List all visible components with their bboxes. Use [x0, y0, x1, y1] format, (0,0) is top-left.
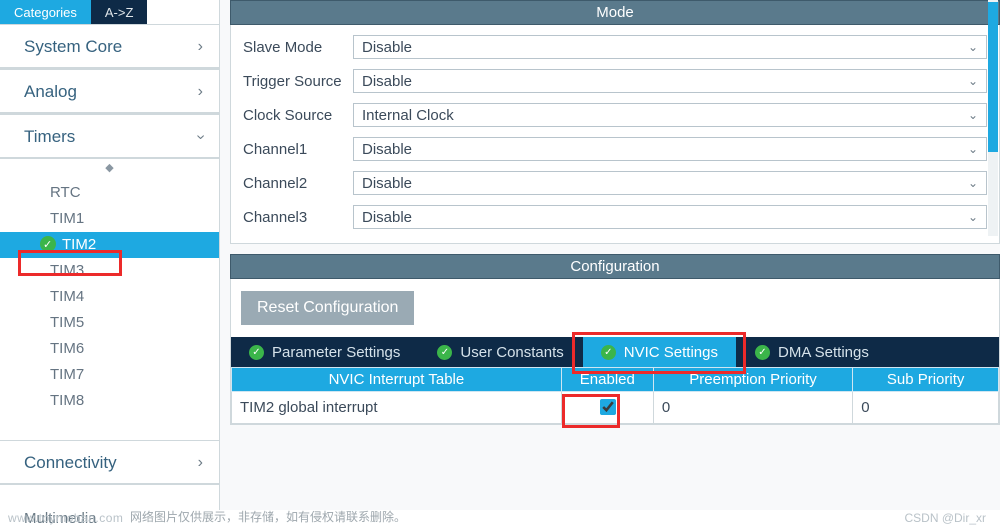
tab-nvic-settings[interactable]: ✓NVIC Settings: [583, 337, 737, 367]
cell-preempt[interactable]: 0: [653, 392, 852, 424]
cat-label: Analog: [24, 82, 77, 102]
app-root: Categories A->Z System Core › Analog › T…: [0, 0, 1000, 510]
sidebar: Categories A->Z System Core › Analog › T…: [0, 0, 220, 510]
checkbox-enabled[interactable]: [600, 399, 616, 415]
tree-item-tim2[interactable]: TIM2: [0, 232, 219, 258]
cat-label: Timers: [24, 127, 75, 147]
config-header: Configuration: [230, 254, 1000, 279]
check-icon: ✓: [755, 345, 770, 360]
footer-hint: 网络图片仅供展示，非存储，如有侵权请联系删除。: [130, 508, 406, 525]
sort-handle-icon[interactable]: ◆: [0, 159, 219, 180]
lbl-ch1: Channel1: [243, 141, 353, 158]
check-icon: ✓: [249, 345, 264, 360]
cat-analog[interactable]: Analog ›: [0, 69, 219, 114]
tree-item-tim4[interactable]: TIM4: [0, 284, 219, 310]
cell-interrupt-name: TIM2 global interrupt: [232, 392, 562, 424]
th-sub: Sub Priority: [853, 368, 999, 392]
mode-form: Slave Mode Disable⌄ Trigger Source Disab…: [230, 25, 1000, 244]
th-interrupt: NVIC Interrupt Table: [232, 368, 562, 392]
timer-tree: RTC TIM1 TIM2 TIM3 TIM4 TIM5 TIM6 TIM7 T…: [0, 180, 219, 414]
tree-item-tim1[interactable]: TIM1: [0, 206, 219, 232]
lbl-trigger: Trigger Source: [243, 73, 353, 90]
chevron-down-icon: ⌄: [968, 74, 978, 88]
cat-timers[interactable]: Timers › ◆ RTC TIM1 TIM2 TIM3 TIM4 TIM5 …: [0, 114, 219, 414]
cat-connectivity[interactable]: Connectivity ›: [0, 440, 219, 485]
chevron-down-icon: ⌄: [968, 210, 978, 224]
footer-credit: CSDN @Dir_xr: [904, 511, 986, 525]
chevron-down-icon: ⌄: [968, 176, 978, 190]
mode-header: Mode: [230, 0, 1000, 25]
cell-sub[interactable]: 0: [853, 392, 999, 424]
cat-system-core[interactable]: System Core ›: [0, 24, 219, 69]
tab-dma-settings[interactable]: ✓DMA Settings: [737, 337, 888, 367]
select-clock-source[interactable]: Internal Clock⌄: [353, 103, 987, 127]
tree-item-tim6[interactable]: TIM6: [0, 336, 219, 362]
chevron-right-icon: ›: [198, 38, 203, 56]
sidebar-tabs: Categories A->Z: [0, 0, 219, 24]
tree-item-tim8[interactable]: TIM8: [0, 388, 219, 414]
select-channel3[interactable]: Disable⌄: [353, 205, 987, 229]
th-preempt: Preemption Priority: [653, 368, 852, 392]
check-icon: ✓: [601, 345, 616, 360]
scrollbar-thumb[interactable]: [988, 2, 998, 152]
check-icon: ✓: [437, 345, 452, 360]
tree-item-rtc[interactable]: RTC: [0, 180, 219, 206]
table-row[interactable]: TIM2 global interrupt 0 0: [232, 392, 999, 424]
lbl-ch3: Channel3: [243, 209, 353, 226]
lbl-clock: Clock Source: [243, 107, 353, 124]
select-channel2[interactable]: Disable⌄: [353, 171, 987, 195]
chevron-down-icon: ⌄: [968, 108, 978, 122]
config-panel: Configuration Reset Configuration ✓Param…: [230, 254, 1000, 425]
nvic-table: NVIC Interrupt Table Enabled Preemption …: [231, 367, 999, 424]
reset-configuration-button[interactable]: Reset Configuration: [241, 291, 414, 325]
select-slave-mode[interactable]: Disable⌄: [353, 35, 987, 59]
tree-item-tim3[interactable]: TIM3: [0, 258, 219, 284]
watermark-text: www.toymoban.com: [8, 511, 123, 525]
select-channel1[interactable]: Disable⌄: [353, 137, 987, 161]
tab-user-constants[interactable]: ✓User Constants: [419, 337, 582, 367]
tab-parameter-settings[interactable]: ✓Parameter Settings: [231, 337, 419, 367]
check-icon: [40, 236, 56, 252]
lbl-slave: Slave Mode: [243, 39, 353, 56]
select-trigger-source[interactable]: Disable⌄: [353, 69, 987, 93]
th-enabled: Enabled: [561, 368, 653, 392]
lbl-ch2: Channel2: [243, 175, 353, 192]
mode-panel: Mode Slave Mode Disable⌄ Trigger Source …: [230, 0, 1000, 244]
tree-item-tim5[interactable]: TIM5: [0, 310, 219, 336]
tree-item-tim7[interactable]: TIM7: [0, 362, 219, 388]
cat-label: Connectivity: [24, 453, 117, 473]
chevron-right-icon: ›: [198, 454, 203, 472]
chevron-down-icon: ⌄: [968, 40, 978, 54]
config-tabs: ✓Parameter Settings ✓User Constants ✓NVI…: [231, 337, 999, 367]
cat-label: System Core: [24, 37, 122, 57]
right-panel: Mode Slave Mode Disable⌄ Trigger Source …: [220, 0, 1000, 510]
sidebar-tab-az[interactable]: A->Z: [91, 0, 148, 24]
sidebar-tab-categories[interactable]: Categories: [0, 0, 91, 24]
chevron-down-icon: ⌄: [968, 142, 978, 156]
chevron-down-icon: ›: [198, 128, 203, 146]
chevron-right-icon: ›: [198, 83, 203, 101]
